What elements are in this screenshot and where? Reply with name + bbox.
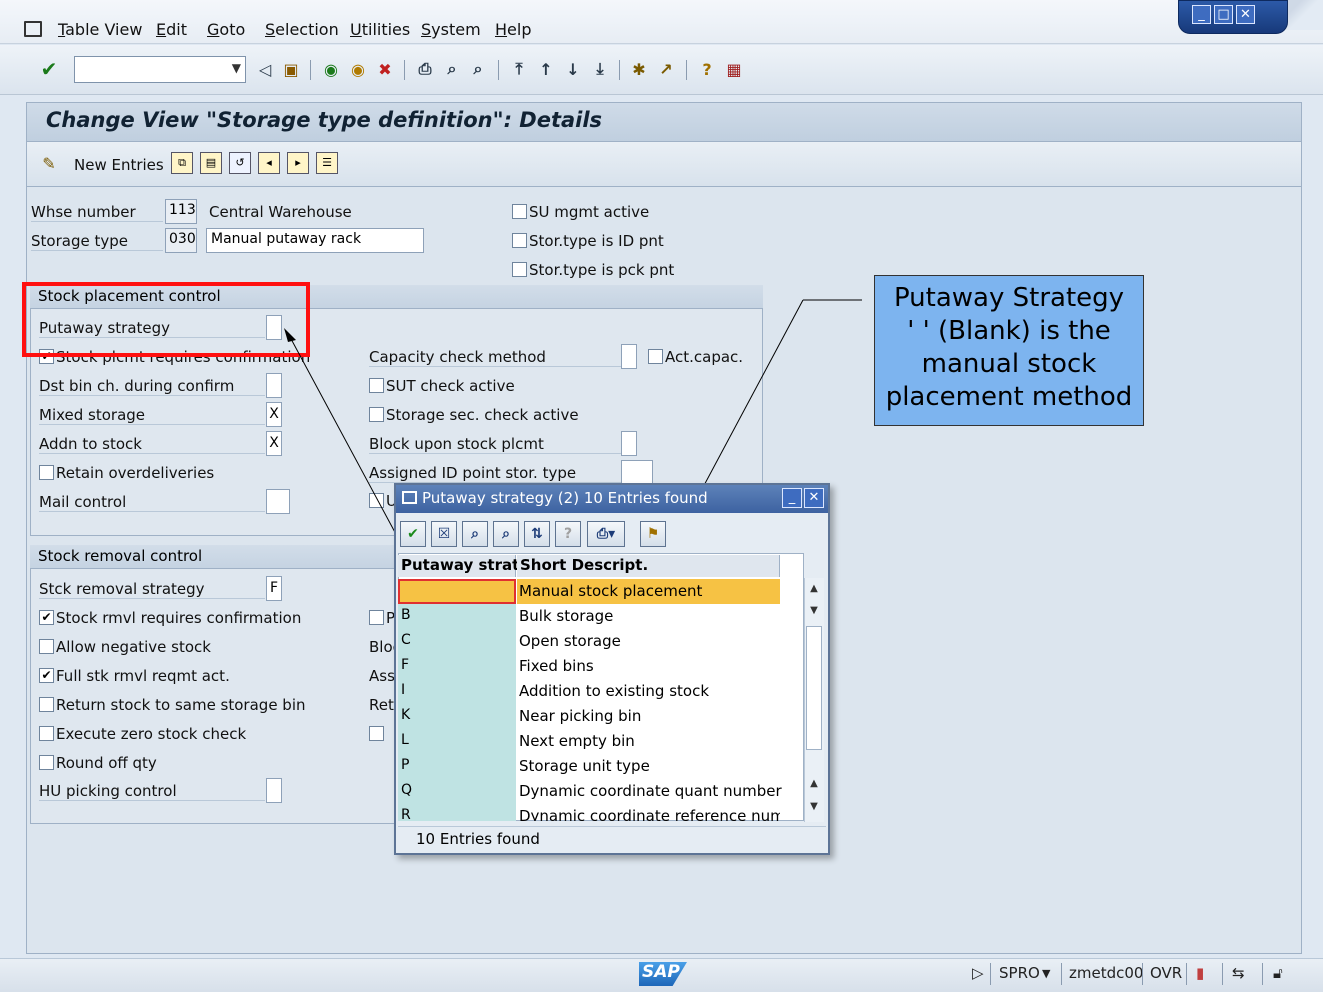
- popup-title-bar: Putaway strategy (2) 10 Entries found: [396, 485, 828, 513]
- status-separator: [990, 963, 991, 985]
- column-header-short-descript[interactable]: Short Descript.: [517, 555, 780, 577]
- popup-status-text: 10 Entries found: [416, 830, 540, 848]
- status-separator: [1186, 963, 1187, 985]
- scroll-thumb[interactable]: [806, 626, 822, 750]
- table-row-desc[interactable]: Addition to existing stock: [517, 679, 780, 704]
- table-row-desc[interactable]: Next empty bin: [517, 729, 780, 754]
- transaction-code: SPRO: [999, 964, 1040, 982]
- table-row-key[interactable]: C: [398, 629, 516, 654]
- callout-line: placement method: [885, 382, 1133, 412]
- column-header-putaway-strat[interactable]: Putaway strat: [398, 555, 519, 577]
- status-separator: [1262, 963, 1263, 985]
- scroll-up-icon[interactable]: ▲: [805, 580, 823, 598]
- status-separator: [1222, 963, 1223, 985]
- popup-print-icon[interactable]: ⎙▾: [587, 521, 625, 547]
- popup-find-icon[interactable]: ⌕: [462, 521, 488, 547]
- table-row-desc[interactable]: Fixed bins: [517, 654, 780, 679]
- popup-cancel-icon[interactable]: ☒: [431, 521, 457, 547]
- table-row-key[interactable]: B: [398, 604, 516, 629]
- table-row-key[interactable]: R: [398, 804, 516, 821]
- callout-line: ' ' (Blank) is the: [907, 316, 1111, 346]
- table-row-key[interactable]: F: [398, 654, 516, 679]
- transport-icon[interactable]: ▮: [1196, 964, 1204, 982]
- table-row-key[interactable]: I: [398, 679, 516, 704]
- table-row-desc[interactable]: Manual stock placement: [517, 579, 780, 604]
- connection-icon[interactable]: ⇆: [1232, 964, 1245, 982]
- input-mode[interactable]: OVR: [1150, 964, 1182, 982]
- table-row-desc[interactable]: Dynamic coordinate reference number: [517, 804, 780, 821]
- table-row-key[interactable]: Q: [398, 779, 516, 804]
- popup-confirm-icon[interactable]: ✔: [400, 521, 426, 547]
- popup-close-icon[interactable]: ✕: [804, 488, 824, 508]
- popup-title: Putaway strategy (2) 10 Entries found: [422, 489, 708, 507]
- table-row-desc[interactable]: Open storage: [517, 629, 780, 654]
- popup-find-next-icon[interactable]: ⌕: [493, 521, 519, 547]
- callout-line: manual stock: [921, 349, 1097, 379]
- scroll-down-icon[interactable]: ▼: [805, 798, 823, 816]
- table-row-key[interactable]: L: [398, 729, 516, 754]
- popup-info-icon[interactable]: ?: [555, 521, 581, 547]
- server-name: zmetdc00: [1069, 964, 1144, 982]
- callout-line: Putaway Strategy: [893, 283, 1125, 313]
- chevron-down-icon[interactable]: ▼: [1042, 967, 1050, 980]
- table-row-desc[interactable]: Near picking bin: [517, 704, 780, 729]
- popup-sort-icon[interactable]: ⇅: [524, 521, 550, 547]
- status-separator: [1061, 963, 1062, 985]
- annotation-callout: Putaway Strategy ' ' (Blank) is the manu…: [874, 275, 1144, 426]
- table-row-key[interactable]: K: [398, 704, 516, 729]
- popup-personalize-icon[interactable]: ⚑: [640, 521, 666, 547]
- lock-icon[interactable]: 🔓︎: [1273, 964, 1283, 982]
- scroll-page-down-icon[interactable]: ▼: [805, 602, 823, 620]
- table-row-desc[interactable]: Storage unit type: [517, 754, 780, 779]
- popup-minimize-icon[interactable]: _: [782, 488, 802, 508]
- popup-window-icon: [402, 491, 417, 504]
- status-separator: [1142, 963, 1143, 985]
- table-row-key[interactable]: [398, 579, 516, 604]
- scroll-page-up-icon[interactable]: ▲: [805, 775, 823, 793]
- table-row-key[interactable]: P: [398, 754, 516, 779]
- status-expand-icon[interactable]: ▷: [972, 964, 984, 982]
- popup-status-bar: 10 Entries found: [398, 826, 826, 851]
- table-row-desc[interactable]: Dynamic coordinate quant number: [517, 779, 782, 804]
- table-row-desc[interactable]: Bulk storage: [517, 604, 780, 629]
